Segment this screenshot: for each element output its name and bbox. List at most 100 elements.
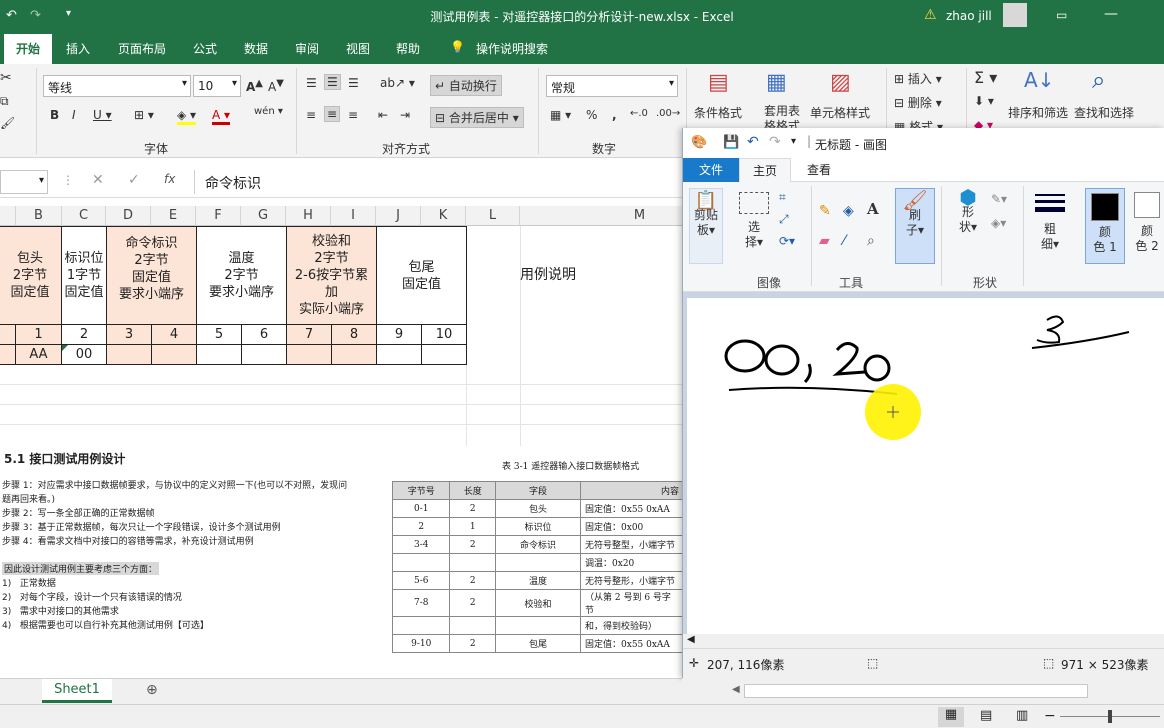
- column-header[interactable]: F: [196, 206, 241, 226]
- tab-page-layout[interactable]: 页面布局: [118, 40, 166, 57]
- find-select-button[interactable]: 查找和选择: [1074, 104, 1134, 121]
- fill-bucket-icon[interactable]: ◈: [843, 204, 854, 219]
- paint-tab-view[interactable]: 查看: [795, 158, 843, 182]
- redo-icon[interactable]: ↷: [769, 134, 781, 150]
- index-cell[interactable]: 1: [15, 324, 62, 345]
- sheet-tab-sheet1[interactable]: Sheet1: [42, 679, 112, 703]
- tab-data[interactable]: 数据: [244, 40, 268, 57]
- column-header[interactable]: J: [376, 206, 421, 226]
- undo-icon[interactable]: ↶: [747, 134, 759, 150]
- eraser-icon[interactable]: ▰: [819, 234, 830, 249]
- align-bottom-icon[interactable]: ☰: [348, 76, 359, 90]
- delete-cells-button[interactable]: ⊟ 删除 ▾: [894, 94, 942, 111]
- format-as-table-icon[interactable]: ▦: [766, 70, 787, 95]
- save-icon[interactable]: 💾: [723, 135, 739, 150]
- tab-home[interactable]: 开始: [4, 34, 53, 64]
- wrap-text-button[interactable]: ↵ 自动换行: [430, 75, 502, 96]
- increase-indent-icon[interactable]: ⇥: [400, 108, 410, 122]
- font-color-icon[interactable]: A ▾: [212, 108, 231, 125]
- tab-help[interactable]: 帮助: [396, 40, 420, 57]
- index-cell[interactable]: 5: [196, 324, 242, 345]
- paint-tab-home[interactable]: 主页: [739, 158, 791, 183]
- pencil-icon[interactable]: ✎: [819, 204, 831, 219]
- column-header[interactable]: I: [331, 206, 376, 226]
- align-top-icon[interactable]: ☰: [306, 76, 317, 90]
- percent-icon[interactable]: %: [586, 108, 597, 122]
- column-header[interactable]: E: [151, 206, 196, 226]
- magnifier-icon[interactable]: ⌕: [867, 234, 875, 249]
- zoom-out-icon[interactable]: −: [1044, 708, 1056, 724]
- rotate-icon[interactable]: ⟳▾: [779, 234, 795, 249]
- color-picker-icon[interactable]: ⁄: [843, 234, 845, 249]
- index-cell[interactable]: 7: [286, 324, 332, 345]
- sort-filter-icon[interactable]: A↓: [1024, 68, 1054, 92]
- font-name-select[interactable]: 等线 ▾: [43, 75, 191, 97]
- column-header-partial[interactable]: [0, 206, 16, 226]
- scrollbar-track[interactable]: [744, 684, 1088, 698]
- add-sheet-icon[interactable]: ⊕: [146, 682, 158, 698]
- shapes-button[interactable]: ⬢ 形状▾: [951, 187, 985, 262]
- scroll-left-icon[interactable]: ◀: [687, 634, 695, 645]
- column-header[interactable]: K: [421, 206, 466, 226]
- value-cell[interactable]: [196, 344, 242, 365]
- tab-formulas[interactable]: 公式: [193, 40, 217, 57]
- column-header[interactable]: G: [241, 206, 286, 226]
- cut-icon[interactable]: ✂: [0, 70, 12, 86]
- value-cell[interactable]: [421, 344, 467, 365]
- select-button[interactable]: 选择▾: [737, 192, 771, 262]
- value-cell[interactable]: AA: [15, 344, 62, 365]
- zoom-slider-thumb[interactable]: [1108, 710, 1112, 723]
- index-cell[interactable]: 3: [106, 324, 152, 345]
- index-cell[interactable]: 4: [151, 324, 197, 345]
- embedded-document-image[interactable]: 5.1 接口测试用例设计 步骤 1：对应需求中接口数据帧要求，与协议中的定义对照…: [0, 446, 684, 653]
- tell-me-search[interactable]: 操作说明搜索: [476, 40, 548, 57]
- paste-button[interactable]: 📋 剪贴 板▾: [689, 188, 723, 264]
- value-cell[interactable]: [106, 344, 152, 365]
- fill-color-icon[interactable]: ◈ ▾: [177, 108, 197, 125]
- avatar[interactable]: [1003, 3, 1027, 27]
- tab-insert[interactable]: 插入: [66, 40, 90, 57]
- enter-icon[interactable]: ✓: [128, 172, 140, 188]
- page-layout-view-icon[interactable]: ▤: [980, 708, 992, 723]
- header-cell-baowei[interactable]: 包尾 固定值: [376, 226, 467, 325]
- grow-font-button[interactable]: A▲: [246, 78, 263, 94]
- italic-button[interactable]: I: [72, 108, 76, 122]
- conditional-format-icon[interactable]: ▤: [708, 70, 729, 95]
- color1-button[interactable]: 颜色 1: [1085, 188, 1125, 264]
- column-header[interactable]: D: [106, 206, 151, 226]
- page-break-view-icon[interactable]: ▥: [1016, 708, 1028, 723]
- align-center-icon[interactable]: ≡: [324, 106, 341, 122]
- text-icon[interactable]: A: [867, 202, 879, 217]
- underline-button[interactable]: U ▾: [93, 108, 112, 122]
- column-header[interactable]: B: [16, 206, 62, 226]
- outline-icon[interactable]: ✎▾: [991, 192, 1007, 207]
- fill-shape-icon[interactable]: ◈▾: [991, 216, 1006, 231]
- minimize-icon[interactable]: —: [1104, 6, 1118, 22]
- number-format-select[interactable]: 常规 ▾: [546, 75, 678, 97]
- value-cell[interactable]: [151, 344, 197, 365]
- header-cell-mingling[interactable]: 命令标识 2字节 固定值 要求小端序: [106, 226, 197, 325]
- autosum-icon[interactable]: Σ ▾: [974, 68, 997, 87]
- paint-tab-file[interactable]: 文件: [683, 158, 739, 182]
- ribbon-display-icon[interactable]: ▭: [1056, 8, 1067, 22]
- index-cell[interactable]: 8: [331, 324, 377, 345]
- align-left-icon[interactable]: ≡: [306, 108, 316, 122]
- borders-icon[interactable]: ⊞ ▾: [134, 108, 154, 122]
- name-box[interactable]: ▾: [0, 170, 48, 194]
- align-middle-icon[interactable]: ☰: [324, 74, 341, 90]
- sort-filter-button[interactable]: 排序和筛选: [1008, 104, 1068, 121]
- decrease-indent-icon[interactable]: ⇤: [378, 108, 388, 122]
- column-header[interactable]: C: [62, 206, 106, 226]
- comma-style-icon[interactable]: ,: [612, 108, 617, 122]
- header-cell-baotou[interactable]: 包头 2字节 固定值: [0, 226, 62, 325]
- header-cell-shuoming[interactable]: 用例说明: [520, 264, 576, 286]
- index-cell[interactable]: 9: [376, 324, 422, 345]
- index-cell[interactable]: 2: [61, 324, 107, 345]
- header-cell-jiaoyan[interactable]: 校验和 2字节 2-6按字节累加实际小端序: [286, 226, 377, 325]
- fill-icon[interactable]: ⬇ ▾: [974, 94, 994, 108]
- format-painter-icon[interactable]: 🖌: [0, 116, 15, 130]
- quick-access-menu-icon[interactable]: ▾: [791, 136, 796, 147]
- value-cell[interactable]: [286, 344, 332, 365]
- size-button[interactable]: 粗细▾: [1033, 190, 1067, 262]
- value-cell[interactable]: [0, 344, 16, 365]
